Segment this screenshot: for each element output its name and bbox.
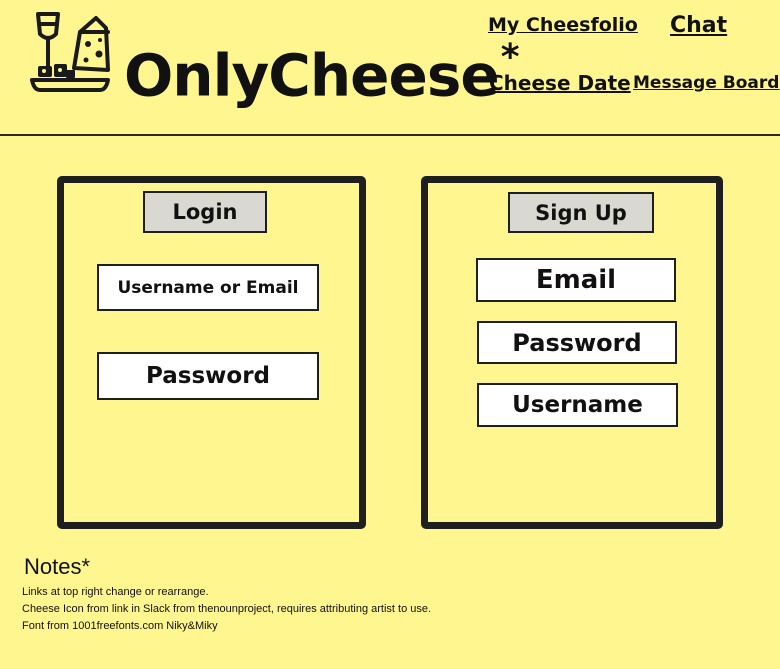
note-line: Links at top right change or rearrange. xyxy=(22,586,209,598)
signup-password-field[interactable]: Password xyxy=(477,321,677,364)
login-title: Login xyxy=(143,191,267,233)
brand-name: OnlyCheese xyxy=(124,41,500,110)
signup-email-field[interactable]: Email xyxy=(476,258,676,302)
wine-and-cheese-icon xyxy=(30,12,110,92)
brand-title: OnlyCheese* xyxy=(124,26,520,113)
note-line: Cheese Icon from link in Slack from then… xyxy=(22,603,432,615)
signup-username-field[interactable]: Username xyxy=(477,383,678,427)
nav-link-message-board[interactable]: Message Board xyxy=(633,73,779,93)
signup-title: Sign Up xyxy=(508,192,654,233)
note-line: Font from 1001freefonts.com Niky&Miky xyxy=(22,620,218,632)
login-password-field[interactable]: Password xyxy=(97,352,319,400)
nav-link-cheese-date[interactable]: Cheese Date xyxy=(489,71,631,95)
nav-link-chat[interactable]: Chat xyxy=(670,13,727,38)
nav-link-my-cheesfolio[interactable]: My Cheesfolio xyxy=(488,14,638,36)
username-or-email-field[interactable]: Username or Email xyxy=(97,264,319,311)
header-divider xyxy=(0,134,780,136)
notes-title: Notes* xyxy=(24,554,91,579)
